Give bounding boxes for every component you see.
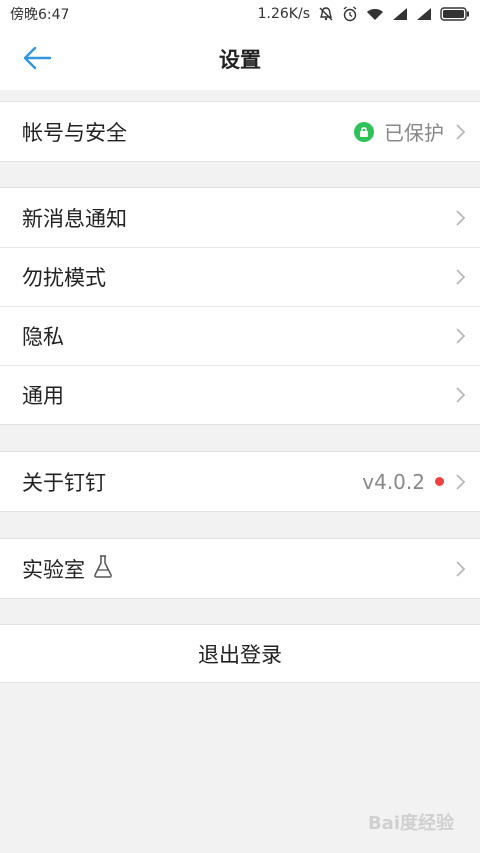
network-speed: 1.26K/s: [257, 6, 310, 22]
chevron-right-icon: [454, 268, 466, 286]
lab-group: 实验室: [0, 538, 480, 599]
wifi-icon: [366, 7, 384, 21]
general-label: 通用: [22, 384, 64, 408]
account-security-label: 帐号与安全: [22, 120, 127, 145]
privacy-label: 隐私: [22, 325, 64, 349]
signal-icon: [416, 7, 432, 21]
status-icons: 1.26K/s: [258, 6, 470, 22]
signal-icon: [392, 7, 408, 21]
chevron-right-icon: [454, 560, 466, 578]
chevron-right-icon: [454, 386, 466, 404]
chevron-right-icon: [454, 123, 466, 141]
flask-icon: [93, 554, 113, 583]
do-not-disturb-label: 勿扰模式: [22, 266, 106, 290]
alarm-icon: [342, 6, 358, 22]
arrow-left-icon: [22, 46, 52, 74]
new-message-notify-row[interactable]: 新消息通知: [0, 188, 480, 247]
settings-group: 新消息通知 勿扰模式 隐私 通用: [0, 187, 480, 425]
privacy-row[interactable]: 隐私: [0, 306, 480, 365]
about-label: 关于钉钉: [22, 470, 106, 495]
lab-label: 实验室: [22, 557, 85, 582]
version-text: v4.0.2: [362, 469, 425, 494]
back-button[interactable]: [18, 42, 56, 78]
lab-row[interactable]: 实验室: [0, 539, 480, 598]
protected-status: 已保护: [384, 121, 444, 145]
about-group: 关于钉钉 v4.0.2: [0, 451, 480, 512]
logout-button[interactable]: 退出登录: [0, 624, 480, 683]
page-title: 设置: [219, 48, 261, 72]
account-group: 帐号与安全 已保护: [0, 101, 480, 162]
logout-label: 退出登录: [198, 642, 282, 667]
general-row[interactable]: 通用: [0, 365, 480, 424]
update-dot: [435, 477, 444, 486]
watermark: Bai度经验: [367, 813, 454, 834]
mute-icon: [318, 6, 334, 22]
do-not-disturb-row[interactable]: 勿扰模式: [0, 247, 480, 306]
lock-icon: [354, 121, 374, 142]
chevron-right-icon: [454, 473, 466, 491]
new-message-notify-label: 新消息通知: [22, 206, 127, 231]
status-time: 傍晚6:47: [10, 7, 70, 23]
nav-bar: 设置: [0, 28, 480, 90]
lab-label-wrap: 实验室: [22, 554, 113, 584]
status-bar: 傍晚6:47 1.26K/s: [0, 0, 480, 28]
account-security-status: 已保护: [354, 117, 466, 146]
account-security-row[interactable]: 帐号与安全 已保护: [0, 102, 480, 161]
about-row[interactable]: 关于钉钉 v4.0.2: [0, 452, 480, 511]
chevron-right-icon: [454, 327, 466, 345]
chevron-right-icon: [454, 209, 466, 227]
about-version: v4.0.2: [362, 470, 466, 494]
battery-icon: [440, 7, 470, 21]
